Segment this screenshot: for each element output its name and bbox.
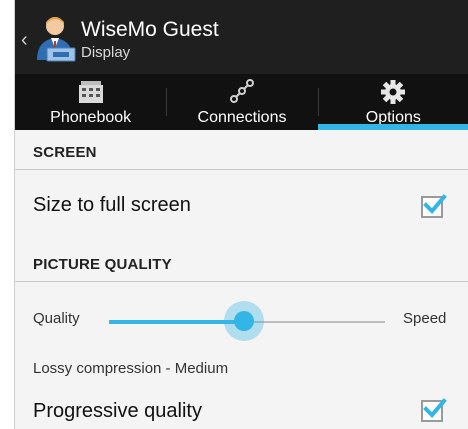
compression-caption: Lossy compression - Medium — [33, 360, 229, 377]
connections-icon — [229, 79, 254, 103]
tab-connections[interactable]: Connections — [166, 74, 317, 130]
setting-progressive-quality[interactable]: Progressive quality — [15, 388, 468, 429]
setting-label: Progressive quality — [33, 400, 202, 422]
phonebook-icon — [78, 81, 103, 103]
app-title: WiseMo Guest — [81, 18, 219, 41]
setting-label: Size to full screen — [33, 194, 191, 216]
chevron-left-icon[interactable]: ‹ — [21, 30, 28, 50]
guest-user-icon[interactable] — [33, 14, 77, 62]
app-subtitle: Display — [81, 44, 131, 61]
slider-thumb[interactable] — [224, 301, 265, 341]
slider-left-label: Quality — [33, 310, 80, 327]
gear-icon — [381, 80, 406, 104]
tab-phonebook[interactable]: Phonebook — [15, 74, 166, 130]
quality-speed-slider-row: Quality Speed — [15, 300, 468, 341]
size-to-full-screen-checkbox[interactable] — [421, 194, 447, 218]
tab-label: Connections — [197, 109, 287, 126]
section-header-picture-quality: PICTURE QUALITY — [15, 246, 468, 282]
app-window: ‹ WiseMo Guest Display Phonebook Connect… — [14, 0, 468, 429]
tab-label: Phonebook — [50, 109, 132, 126]
action-bar: ‹ WiseMo Guest Display — [15, 0, 468, 74]
section-header-label: SCREEN — [33, 144, 97, 161]
progressive-quality-checkbox[interactable] — [421, 398, 447, 422]
section-header-screen: SCREEN — [15, 134, 468, 170]
checkmark-icon — [423, 398, 447, 418]
quality-speed-slider[interactable] — [109, 301, 385, 341]
tab-bar: Phonebook Connections Options — [15, 74, 468, 130]
setting-size-to-full-screen[interactable]: Size to full screen — [15, 170, 468, 240]
slider-thumb-dot — [234, 311, 255, 331]
tab-options[interactable]: Options — [317, 74, 468, 130]
section-header-label: PICTURE QUALITY — [33, 256, 172, 273]
options-content: SCREEN Size to full screen PICTURE QUALI… — [15, 130, 468, 429]
slider-right-label: Speed — [403, 310, 447, 327]
checkmark-icon — [423, 194, 447, 214]
